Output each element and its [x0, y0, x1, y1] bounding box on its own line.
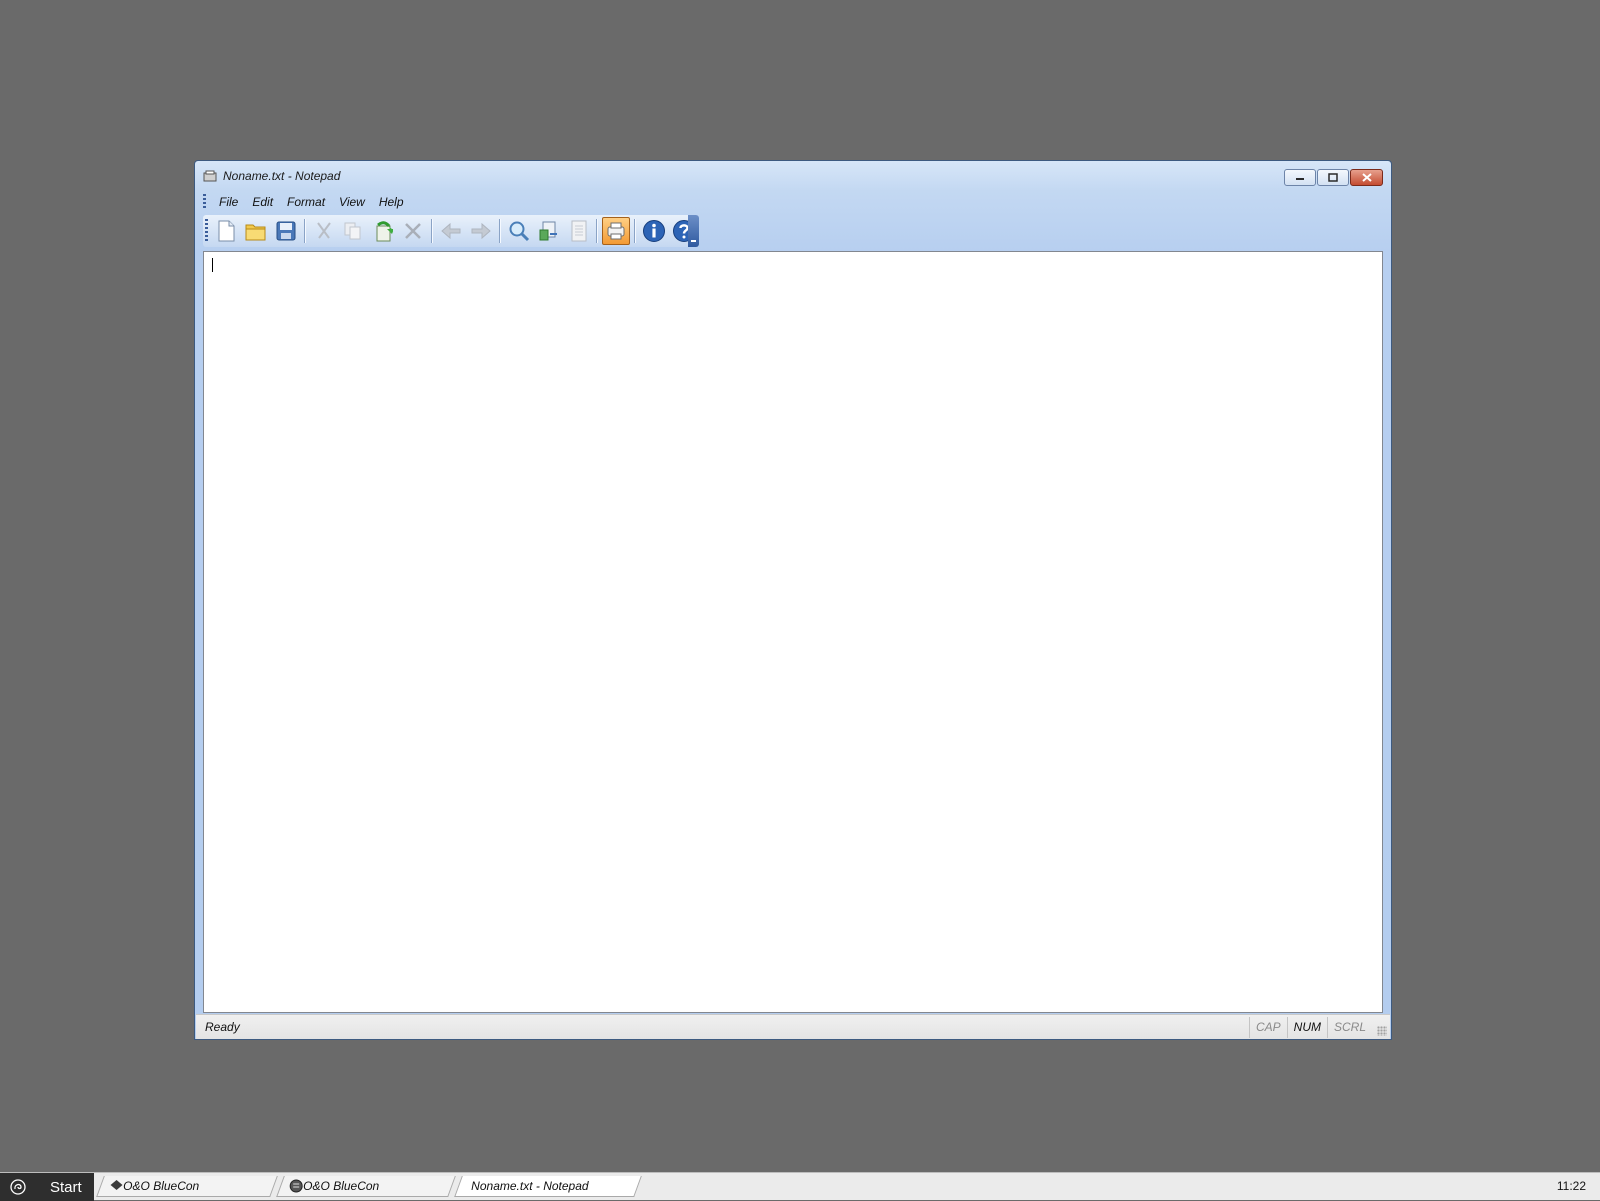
scroll-lock-indicator: SCRL [1326, 1017, 1372, 1038]
title-bar[interactable]: Noname.txt - Notepad [195, 161, 1391, 191]
menu-edit[interactable]: Edit [245, 193, 280, 211]
toolbar-overflow-button[interactable] [688, 215, 699, 247]
new-file-icon [218, 220, 235, 242]
menu-bar: File Edit Format View Help [203, 191, 411, 213]
redo-button[interactable] [467, 217, 495, 245]
open-folder-icon [245, 224, 266, 241]
paste-icon [376, 221, 394, 242]
delete-x-icon [405, 223, 422, 239]
status-bar: Ready CAP NUM SCRL [196, 1014, 1390, 1039]
status-text: Ready [205, 1020, 240, 1034]
caps-lock-indicator: CAP [1248, 1017, 1287, 1038]
minimize-button[interactable] [1284, 169, 1316, 186]
save-button[interactable] [272, 217, 300, 245]
undo-arrow-icon [441, 222, 461, 240]
undo-button[interactable] [437, 217, 465, 245]
redo-arrow-icon [471, 222, 491, 240]
menu-view[interactable]: View [332, 193, 372, 211]
cut-button[interactable] [310, 217, 338, 245]
page-setup-icon [571, 220, 587, 242]
replace-button[interactable] [535, 217, 563, 245]
minimize-icon [1296, 177, 1304, 180]
start-label: Start [50, 1178, 82, 1196]
toolbar-separator [498, 219, 501, 243]
clock: 11:22 [1556, 1179, 1586, 1193]
close-icon [1361, 173, 1372, 182]
task-label: O&O BlueCon [303, 1179, 380, 1193]
paste-button[interactable] [369, 217, 397, 245]
menu-help[interactable]: Help [372, 193, 411, 211]
window-title: Noname.txt - Notepad [223, 169, 341, 183]
page-setup-button[interactable] [565, 217, 593, 245]
taskbar-item-bluecon-1[interactable]: O&O BlueCon [96, 1176, 278, 1197]
text-caret [212, 258, 213, 272]
new-button[interactable] [212, 217, 240, 245]
toolbar-separator [634, 219, 637, 243]
cut-scissors-icon [316, 222, 331, 239]
bluecon-console-icon [289, 1179, 303, 1193]
info-icon [643, 220, 666, 242]
menu-grip-icon[interactable] [203, 194, 206, 210]
toolbar-separator [303, 219, 306, 243]
start-button[interactable]: Start [0, 1173, 94, 1201]
menu-format[interactable]: Format [280, 193, 332, 211]
toolbar-separator [596, 219, 599, 243]
maximize-button[interactable] [1317, 169, 1349, 186]
toolbar [203, 215, 699, 247]
copy-button[interactable] [339, 217, 367, 245]
copy-icon [344, 222, 361, 240]
print-icon [607, 222, 625, 240]
task-label: O&O BlueCon [123, 1179, 200, 1193]
resize-grip-icon[interactable] [1377, 1026, 1387, 1036]
taskbar: Start O&O BlueCon O&O BlueCon Noname.txt… [0, 1172, 1600, 1201]
task-label: Noname.txt - Notepad [471, 1179, 589, 1193]
num-lock-indicator: NUM [1286, 1017, 1327, 1038]
print-button[interactable] [602, 217, 631, 245]
taskbar-item-notepad[interactable]: Noname.txt - Notepad [454, 1176, 642, 1197]
bluecon-app-icon [110, 1180, 123, 1190]
info-button[interactable] [640, 217, 668, 245]
notepad-window: Noname.txt - Notepad File Edit Format Vi… [194, 160, 1392, 1040]
toolbar-grip-icon[interactable] [205, 219, 208, 243]
replace-icon [539, 221, 557, 241]
delete-button[interactable] [399, 217, 427, 245]
taskbar-item-bluecon-2[interactable]: O&O BlueCon [276, 1176, 456, 1197]
maximize-icon [1328, 173, 1338, 182]
start-logo-icon [10, 1179, 26, 1195]
find-button[interactable] [505, 217, 533, 245]
toolbar-separator [431, 219, 434, 243]
close-button[interactable] [1350, 169, 1383, 186]
text-editor[interactable] [203, 251, 1383, 1013]
find-magnifier-icon [509, 221, 529, 242]
notepad-app-icon [203, 170, 217, 182]
menu-file[interactable]: File [212, 193, 245, 211]
save-disk-icon [276, 221, 296, 241]
open-button[interactable] [242, 217, 270, 245]
